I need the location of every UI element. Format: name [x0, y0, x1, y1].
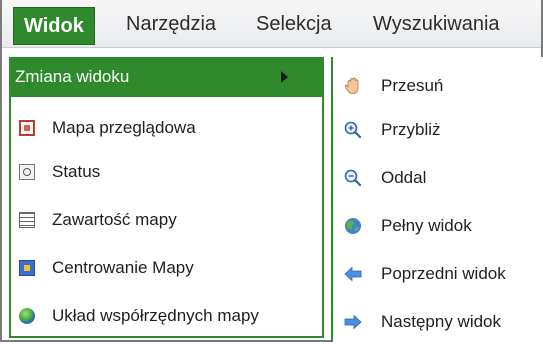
menu-item-label: Zawartość mapy — [52, 210, 177, 229]
submenu-item-label: Następny widok — [381, 312, 502, 331]
menu-item-zmiana-widoku[interactable]: Zmiana widoku — [9, 57, 324, 97]
submenu-item-przybliz[interactable]: Przybliż — [339, 108, 539, 152]
menu-item-label: Status — [52, 162, 101, 181]
menu-narzedzia[interactable]: Narzędzia — [126, 8, 216, 41]
submenu-item-oddal[interactable]: Oddal — [339, 156, 539, 200]
submenu-item-label: Przesuń — [381, 76, 444, 95]
arrow-left-icon — [343, 264, 363, 284]
submenu-item-label: Poprzedni widok — [381, 264, 506, 283]
menu-selekcja[interactable]: Selekcja — [256, 8, 332, 41]
zoom-out-icon — [343, 168, 363, 188]
globe-icon — [19, 308, 35, 324]
submenu-item-label: Oddal — [381, 168, 427, 187]
submenu-item-label: Przybliż — [381, 120, 441, 139]
zoom-in-icon — [343, 120, 363, 140]
arrow-right-icon — [343, 312, 363, 332]
menu-item-centrowanie-mapy[interactable]: Centrowanie Mapy — [11, 246, 322, 290]
menu-item-label: Mapa przeglądowa — [52, 118, 196, 137]
menu-item-label: Zmiana widoku — [15, 67, 130, 86]
submenu-item-poprzedni-widok[interactable]: Poprzedni widok — [339, 252, 539, 296]
submenu-item-przesun[interactable]: Przesuń — [339, 64, 539, 108]
menu-wyszukiwania[interactable]: Wyszukiwania — [373, 8, 500, 41]
hand-pan-icon — [343, 76, 363, 96]
menu-widok[interactable]: Widok — [13, 7, 95, 45]
overview-map-icon — [19, 120, 35, 136]
center-map-icon — [19, 260, 35, 276]
menu-item-label: Centrowanie Mapy — [52, 258, 194, 277]
menu-item-uklad-wspolrzednych[interactable]: Układ współrzędnych mapy — [11, 294, 322, 338]
menu-item-zawartosc-mapy[interactable]: Zawartość mapy — [11, 198, 322, 242]
map-contents-icon — [19, 212, 35, 228]
menu-bar: Widok Narzędzia Selekcja Wyszukiwania — [2, 0, 541, 48]
menu-item-mapa-przegladowa[interactable]: Mapa przeglądowa — [11, 106, 322, 150]
submenu-item-pelny-widok[interactable]: Pełny widok — [339, 204, 539, 248]
menu-item-status[interactable]: Status — [11, 150, 322, 194]
menu-item-label: Układ współrzędnych mapy — [52, 306, 259, 325]
status-icon — [19, 164, 35, 180]
submenu-item-nastepny-widok[interactable]: Następny widok — [339, 300, 539, 344]
submenu-item-label: Pełny widok — [381, 216, 472, 235]
globe-icon — [343, 216, 363, 236]
submenu-arrow-icon — [281, 71, 288, 83]
